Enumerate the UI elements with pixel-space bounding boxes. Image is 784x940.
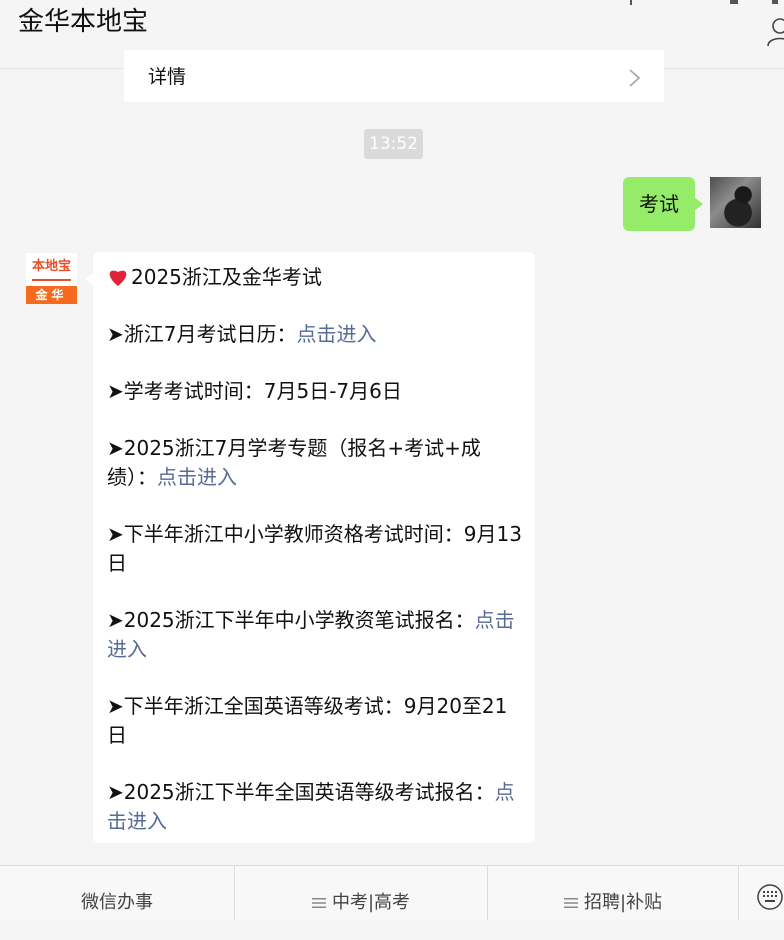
avatar-logo-line — [32, 279, 71, 281]
keyboard-icon[interactable] — [757, 884, 783, 910]
message-heading: 2025浙江及金华考试 — [107, 263, 525, 292]
list-item: ➤2025浙江7月学考专题（报名+考试+成绩）：点击进入 — [107, 434, 525, 492]
menu-label: 中考|高考 — [331, 892, 411, 913]
item-text: ➤2025浙江下半年中小学教资笔试报名： — [107, 608, 475, 632]
item-text: ➤下半年浙江全国英语等级考试：9月20至21日 — [107, 694, 508, 747]
item-text: ➤学考考试时间：7月5日-7月6日 — [107, 379, 402, 403]
list-item: ➤浙江7月考试日历：点击进入 — [107, 320, 525, 349]
list-item: ➤2025浙江下半年中小学教资笔试报名：点击进入 — [107, 606, 525, 664]
person-icon[interactable] — [764, 14, 784, 48]
item-text: ➤浙江7月考试日历： — [107, 322, 297, 346]
user-message-bubble: 考试 — [623, 177, 703, 231]
timestamp: 13:52 — [364, 129, 423, 159]
heart-icon — [109, 270, 127, 286]
message-content: 2025浙江及金华考试 ➤浙江7月考试日历：点击进入 ➤学考考试时间：7月5日-… — [107, 263, 525, 864]
bottom-menu: 微信办事 中考|高考 招聘|补贴 — [0, 865, 784, 920]
list-item: ➤下半年浙江中小学教师资格考试时间：9月13日 — [107, 520, 525, 578]
avatar-logo-text: 本地宝 — [26, 253, 77, 286]
bot-message-bubble: 2025浙江及金华考试 ➤浙江7月考试日历：点击进入 ➤学考考试时间：7月5日-… — [85, 252, 535, 843]
menu-label: 微信办事 — [81, 892, 153, 913]
menu-item-wechat-service[interactable]: 微信办事 — [0, 866, 235, 920]
user-avatar[interactable] — [710, 177, 761, 228]
item-text: ➤下半年浙江中小学教师资格考试时间：9月13日 — [107, 522, 522, 575]
heading-text: 2025浙江及金华考试 — [131, 265, 322, 289]
avatar-city-text: 金华 — [26, 286, 77, 304]
list-item: ➤学考考试时间：7月5日-7月6日 — [107, 377, 525, 406]
enter-link[interactable]: 点击进入 — [157, 465, 237, 489]
menu-item-exams[interactable]: 中考|高考 — [235, 866, 488, 920]
chevron-right-icon — [629, 69, 641, 87]
details-card[interactable]: 详情 — [124, 50, 664, 102]
details-label: 详情 — [148, 66, 187, 88]
chat-title: 金华本地宝 — [18, 7, 149, 37]
bot-avatar[interactable]: 本地宝 金华 — [26, 253, 77, 304]
status-mark — [630, 0, 632, 5]
list-item: ➤下半年浙江全国英语等级考试：9月20至21日 — [107, 692, 525, 750]
menu-label: 招聘|补贴 — [583, 892, 663, 913]
status-mark — [772, 0, 778, 4]
menu-item-jobs[interactable]: 招聘|补贴 — [488, 866, 739, 920]
menu-lines-icon — [311, 898, 326, 908]
status-mark — [730, 0, 738, 4]
item-text: ➤2025浙江下半年全国英语等级考试报名： — [107, 780, 495, 804]
menu-lines-icon — [563, 898, 578, 908]
list-item: ➤2025浙江下半年全国英语等级考试报名：点击进入 — [107, 778, 525, 836]
enter-link[interactable]: 点击进入 — [296, 322, 376, 346]
